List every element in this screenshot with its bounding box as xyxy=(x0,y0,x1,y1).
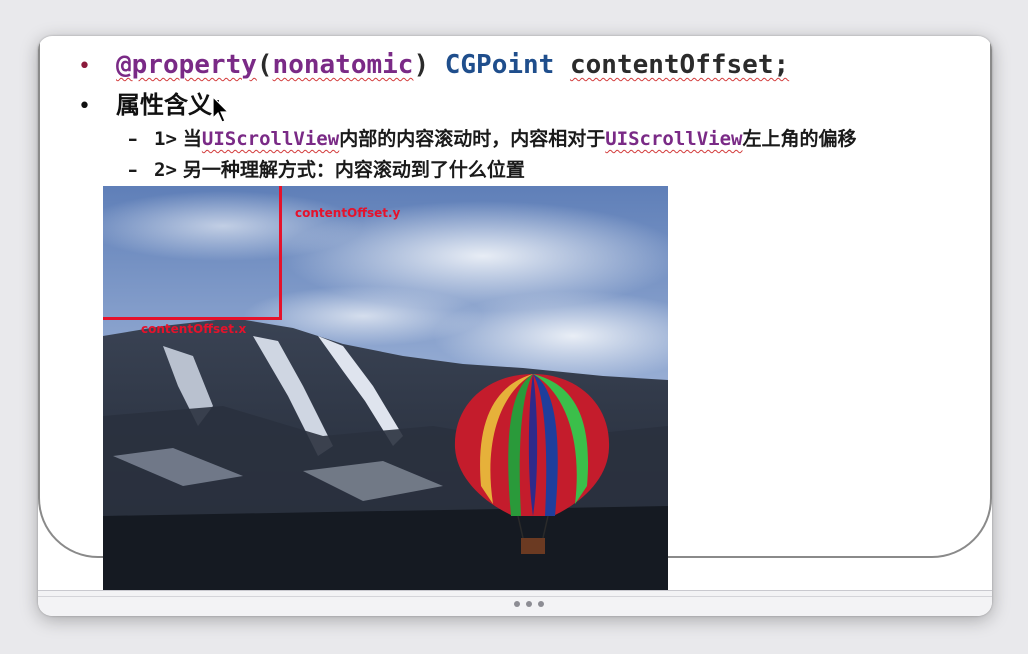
code-name: contentOffset; xyxy=(569,50,790,80)
sub-item-1: –1> 当UIScrollView内部的内容滚动时，内容相对于UIScrollVi… xyxy=(128,126,857,152)
code-open-paren: ( xyxy=(256,50,273,80)
sub-text: 左上角的偏移 xyxy=(742,128,857,150)
sub-dash: – xyxy=(128,159,138,181)
code-at-property: @property xyxy=(116,50,257,80)
content-offset-y-line xyxy=(279,186,282,320)
sub-text: 另一种理解方式：内容滚动到了什么位置 xyxy=(182,159,525,181)
bullet-dot: • xyxy=(78,94,91,119)
presentation-window: • @property(nonatomic) CGPoint contentOf… xyxy=(38,36,992,616)
code-close-paren: ) xyxy=(413,50,430,80)
property-declaration: @property(nonatomic) CGPoint contentOffs… xyxy=(116,48,789,82)
sub-dash: – xyxy=(128,128,138,150)
sub-text: 当 xyxy=(182,128,202,150)
handle-dot xyxy=(526,601,532,607)
divider xyxy=(38,596,992,597)
sub-number: 2> xyxy=(154,159,177,181)
mouse-pointer-icon xyxy=(212,96,230,123)
content-offset-y-label: contentOffset.y xyxy=(295,206,401,220)
bullet-dot: • xyxy=(78,54,91,79)
drag-handle[interactable] xyxy=(514,601,544,607)
sub-text: 内部的内容滚动时，内容相对于 xyxy=(339,128,606,150)
code-uiscrollview: UIScrollView xyxy=(605,128,743,150)
code-nonatomic: nonatomic xyxy=(272,50,414,80)
sub-item-2: –2> 另一种理解方式：内容滚动到了什么位置 xyxy=(128,157,525,183)
bottom-toolbar xyxy=(38,590,992,616)
content-offset-x-label: contentOffset.x xyxy=(141,322,247,336)
sub-number: 1> xyxy=(154,128,177,150)
section-heading: 属性含义: xyxy=(116,91,222,119)
mountain-balloon-photo xyxy=(103,186,668,592)
content-offset-x-line xyxy=(103,317,281,320)
code-type: CGPoint xyxy=(444,50,555,80)
handle-dot xyxy=(538,601,544,607)
handle-dot xyxy=(514,601,520,607)
code-uiscrollview: UIScrollView xyxy=(201,128,340,150)
scrollview-illustration: contentOffset.y contentOffset.x xyxy=(103,186,668,592)
